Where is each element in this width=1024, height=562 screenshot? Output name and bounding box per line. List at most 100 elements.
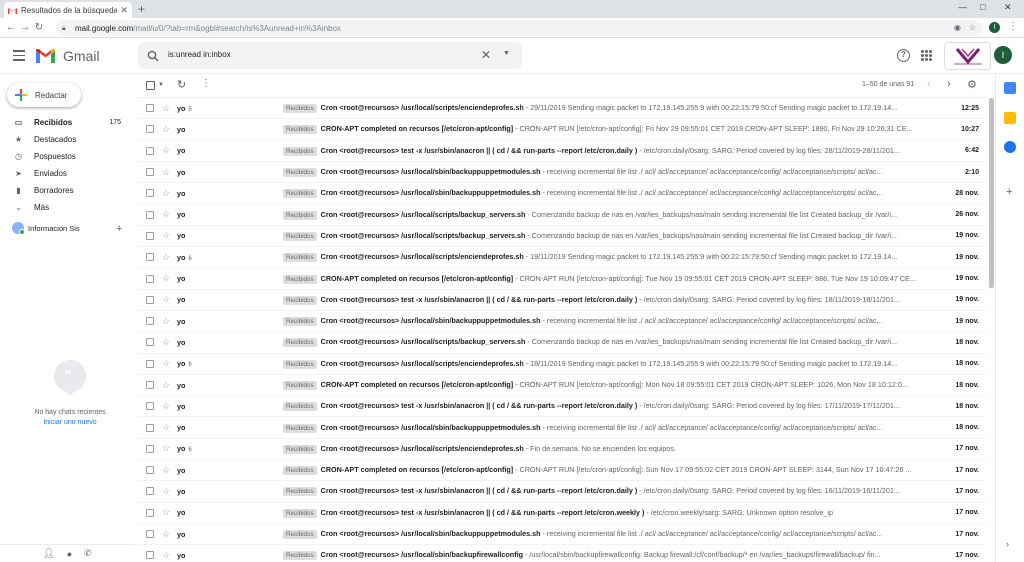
row-checkbox[interactable] <box>146 359 154 368</box>
row-checkbox[interactable] <box>146 466 154 475</box>
star-toggle-icon[interactable]: ☆ <box>162 294 170 305</box>
row-checkbox[interactable] <box>146 402 154 411</box>
minimize-icon[interactable]: — <box>958 2 967 12</box>
sidebar-item-starred[interactable]: ★ Destacados <box>0 131 135 148</box>
prev-page-icon[interactable]: ‹ <box>927 78 931 90</box>
table-row[interactable]: ☆ yo Recibidos Cron <root@recursos> test -x… <box>137 503 987 524</box>
row-checkbox[interactable] <box>146 551 154 560</box>
clear-search-icon[interactable]: ✕ <box>481 48 491 62</box>
table-row[interactable]: ☆ yo 6 Recibidos Cron <root@recursos> /usr/l… <box>137 439 987 461</box>
star-toggle-icon[interactable]: ☆ <box>162 167 170 178</box>
refresh-icon[interactable]: ↻ <box>177 78 186 91</box>
back-icon[interactable]: ← <box>4 22 18 33</box>
row-checkbox[interactable] <box>146 253 154 262</box>
table-row[interactable]: ☆ yo Recibidos Cron <root@recursos> test -x… <box>137 396 987 418</box>
table-row[interactable]: ☆ yo Recibidos Cron <root@recursos> /usr/lo… <box>137 204 987 226</box>
scrollbar-thumb[interactable] <box>989 98 994 288</box>
row-checkbox[interactable] <box>146 530 154 539</box>
row-checkbox[interactable] <box>146 189 154 198</box>
person-icon[interactable]: 👤︎ <box>43 548 54 559</box>
star-toggle-icon[interactable]: ☆ <box>162 209 170 220</box>
star-toggle-icon[interactable]: ☆ <box>162 380 170 391</box>
table-row[interactable]: ☆ yo Recibidos CRON-APT completed on recurs… <box>137 375 987 397</box>
row-checkbox[interactable] <box>146 444 154 453</box>
star-toggle-icon[interactable]: ☆ <box>162 507 170 518</box>
row-checkbox[interactable] <box>146 104 154 113</box>
star-toggle-icon[interactable]: ☆ <box>162 443 170 454</box>
star-toggle-icon[interactable]: ☆ <box>162 145 170 156</box>
star-toggle-icon[interactable]: ☆ <box>162 401 170 412</box>
browser-tab[interactable]: Resultados de la búsqueda - ✕ <box>4 2 132 18</box>
star-toggle-icon[interactable]: ☆ <box>162 316 170 327</box>
inbox-label[interactable]: Recibidos <box>283 104 317 114</box>
table-row[interactable]: ☆ yo Recibidos Cron <root@recursos> test -x… <box>137 141 987 162</box>
star-toggle-icon[interactable]: ☆ <box>162 550 170 561</box>
window-close-icon[interactable]: ✕ <box>1004 2 1012 13</box>
table-row[interactable]: ☆ yo 6 Recibidos Cron <root@recursos> /usr/l… <box>137 247 987 269</box>
table-row[interactable]: ☆ yo Recibidos Cron <root@recursos> test -x… <box>137 290 987 311</box>
sidebar-item-more[interactable]: ⌄ Más <box>0 199 135 216</box>
bookmark-star-icon[interactable]: ☆ <box>969 23 976 32</box>
inbox-label[interactable]: Recibidos <box>283 210 317 220</box>
row-checkbox[interactable] <box>146 508 154 517</box>
browser-menu-icon[interactable]: ⋮ <box>1008 21 1018 32</box>
row-checkbox[interactable] <box>146 274 154 283</box>
inbox-label[interactable]: Recibidos <box>283 231 317 241</box>
organization-logo[interactable] <box>944 42 991 70</box>
inbox-label[interactable]: Recibidos <box>283 317 317 327</box>
reload-icon[interactable]: ↻ <box>32 22 46 33</box>
row-checkbox[interactable] <box>146 381 154 389</box>
star-toggle-icon[interactable]: ☆ <box>162 124 170 135</box>
row-checkbox[interactable] <box>146 231 154 240</box>
expand-panel-icon[interactable]: › <box>1006 539 1009 549</box>
row-checkbox[interactable] <box>146 317 154 326</box>
table-row[interactable]: ☆ yo Recibidos Cron <root@recursos> /usr/lo… <box>137 417 987 439</box>
settings-gear-icon[interactable]: ⚙ <box>967 78 977 91</box>
row-checkbox[interactable] <box>146 423 154 432</box>
inbox-label[interactable]: Recibidos <box>283 253 317 263</box>
table-row[interactable]: ☆ yo Recibidos Cron <root@recursos> /usr/lo… <box>137 524 987 546</box>
inbox-label[interactable]: Recibidos <box>283 551 317 561</box>
table-row[interactable]: ☆ yo Recibidos Cron <root@recursos> /usr/lo… <box>137 226 987 248</box>
inbox-label[interactable]: Recibidos <box>283 168 317 178</box>
star-toggle-icon[interactable]: ☆ <box>162 486 170 497</box>
inbox-label[interactable]: Recibidos <box>283 530 317 540</box>
table-row[interactable]: ☆ yo Recibidos Cron <root@recursos> /usr/lo… <box>137 545 987 562</box>
select-caret-icon[interactable]: ▼ <box>158 82 164 88</box>
more-icon[interactable]: ⋮ <box>201 78 211 89</box>
star-toggle-icon[interactable]: ☆ <box>162 358 170 369</box>
inbox-label[interactable]: Recibidos <box>283 466 317 476</box>
calendar-icon[interactable] <box>1004 82 1016 94</box>
star-toggle-icon[interactable]: ☆ <box>162 188 170 199</box>
eye-icon[interactable]: ◉ <box>954 23 961 32</box>
new-tab-icon[interactable]: + <box>138 2 145 16</box>
inbox-label[interactable]: Recibidos <box>283 295 317 305</box>
row-checkbox[interactable] <box>146 295 154 304</box>
main-menu-icon[interactable] <box>13 50 25 64</box>
search-bar[interactable]: is:unread in:inbox ✕ ▼ <box>138 42 522 69</box>
table-row[interactable]: ☆ yo Recibidos CRON-APT completed on recurs… <box>137 119 987 141</box>
add-addon-icon[interactable]: + <box>1006 186 1012 198</box>
sidebar-item-snoozed[interactable]: ◷ Pospuestos <box>0 148 135 165</box>
url-input[interactable]: 🔒︎ mail.google.com/mail/u/0/?tab=rm&ogbl… <box>56 20 982 36</box>
row-checkbox[interactable] <box>146 168 154 177</box>
star-toggle-icon[interactable]: ☆ <box>162 529 170 540</box>
table-row[interactable]: ☆ yo 6 Recibidos Cron <root@recursos> /usr/l… <box>137 354 987 375</box>
search-input[interactable]: is:unread in:inbox <box>168 50 231 59</box>
maximize-icon[interactable]: □ <box>980 2 985 12</box>
star-toggle-icon[interactable]: ☆ <box>162 465 170 476</box>
keep-icon[interactable] <box>1004 112 1016 124</box>
table-row[interactable]: ☆ yo Recibidos Cron <root@recursos> /usr/lo… <box>137 162 987 184</box>
star-toggle-icon[interactable]: ☆ <box>162 230 170 241</box>
hangouts-user[interactable]: Informacion Sis <box>12 222 80 235</box>
table-row[interactable]: ☆ yo Recibidos Cron <root@recursos> /usr/lo… <box>137 311 987 333</box>
forward-icon[interactable]: → <box>18 22 32 33</box>
close-tab-icon[interactable]: ✕ <box>120 5 128 16</box>
inbox-label[interactable]: Recibidos <box>283 274 317 284</box>
row-checkbox[interactable] <box>146 487 154 496</box>
inbox-label[interactable]: Recibidos <box>283 338 317 348</box>
next-page-icon[interactable]: › <box>947 78 951 90</box>
table-row[interactable]: ☆ yo Recibidos Cron <root@recursos> /usr/lo… <box>137 332 987 354</box>
inbox-label[interactable]: Recibidos <box>283 508 317 518</box>
inbox-label[interactable]: Recibidos <box>283 381 317 390</box>
